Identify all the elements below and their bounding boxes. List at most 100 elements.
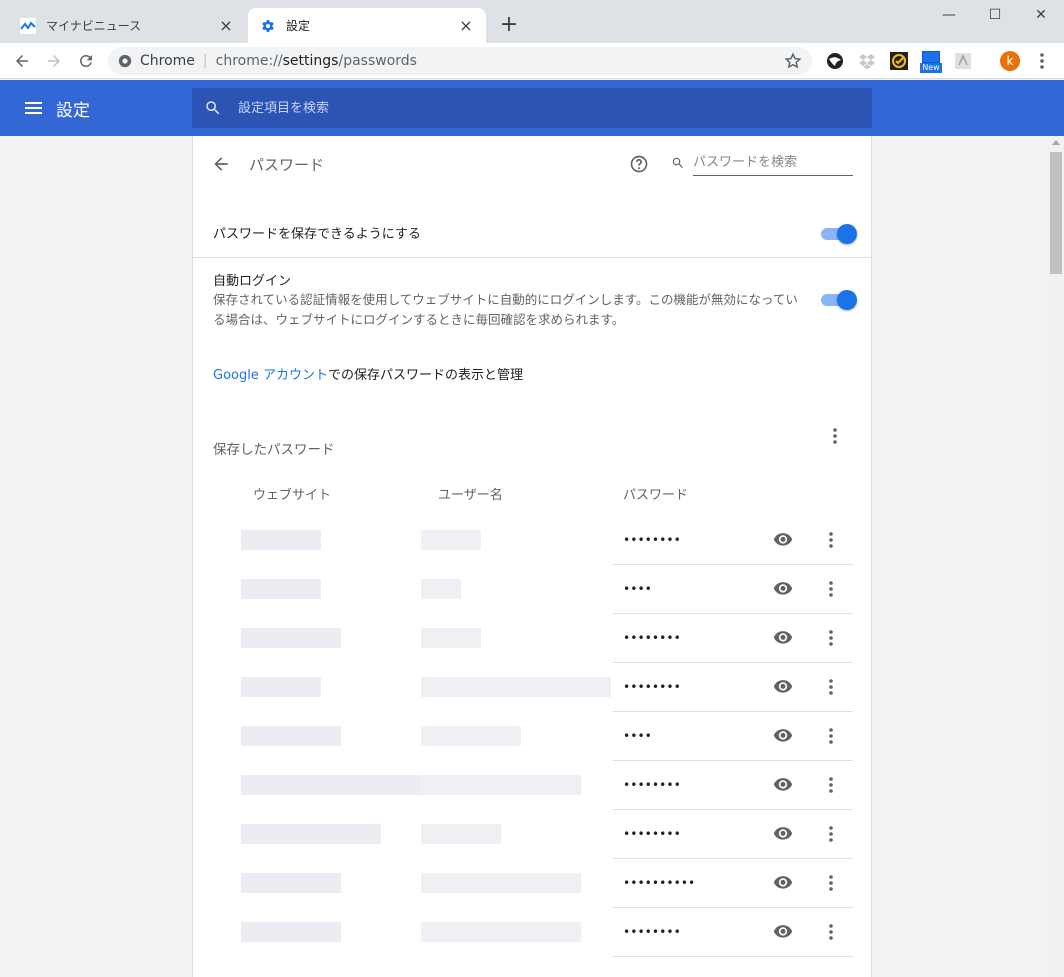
saved-passwords-heading: 保存したパスワード xyxy=(213,442,335,458)
show-password-eye-icon[interactable] xyxy=(773,531,793,547)
show-password-eye-icon[interactable] xyxy=(773,923,793,939)
mynavi-favicon-icon xyxy=(20,17,36,34)
masked-password: •••••••• xyxy=(623,925,681,939)
redacted-website xyxy=(241,726,341,746)
save-passwords-toggle[interactable] xyxy=(821,224,857,244)
tab-title: マイナビニュース xyxy=(46,19,142,33)
row-more-actions-icon[interactable] xyxy=(827,530,835,550)
window-close-button[interactable]: ✕ xyxy=(1018,4,1064,26)
minimize-button[interactable]: — xyxy=(926,4,972,26)
show-password-eye-icon[interactable] xyxy=(773,580,793,596)
settings-header: 設定 xyxy=(0,80,1064,136)
saved-passwords-more-icon[interactable] xyxy=(827,426,843,446)
password-row: •••••••••• xyxy=(213,859,853,908)
password-row: •••••••• xyxy=(213,614,853,663)
tab-title: 設定 xyxy=(286,19,311,33)
show-password-eye-icon[interactable] xyxy=(773,776,793,792)
row-more-actions-icon[interactable] xyxy=(827,775,835,795)
profile-avatar[interactable]: k xyxy=(1000,51,1020,71)
redacted-username xyxy=(421,726,521,746)
url-separator: | xyxy=(202,53,208,69)
password-row: •••• xyxy=(213,712,853,761)
google-account-suffix: での保存パスワードの表示と管理 xyxy=(327,368,523,383)
redacted-website xyxy=(241,824,381,844)
tab-close-icon[interactable]: × xyxy=(218,17,234,34)
redacted-website xyxy=(241,775,421,795)
extension-new-icon[interactable]: New xyxy=(920,51,942,73)
hamburger-menu-icon[interactable] xyxy=(24,98,44,118)
new-tab-button[interactable]: + xyxy=(498,14,520,36)
row-more-actions-icon[interactable] xyxy=(827,726,835,746)
row-more-actions-icon[interactable] xyxy=(827,677,835,697)
auto-login-description: 保存されている認証情報を使用してウェブサイトに自動的にログインします。この機能が… xyxy=(213,292,798,327)
masked-password: •••••••••• xyxy=(623,876,696,890)
redacted-username xyxy=(421,677,611,697)
column-header-website: ウェブサイト xyxy=(253,488,332,503)
google-account-row: Google アカウントでの保存パスワードの表示と管理 xyxy=(213,364,523,383)
settings-search[interactable] xyxy=(192,88,872,128)
subpage-header: パスワード xyxy=(193,136,873,192)
passwords-card: パスワード パスワードを保存できるようにする 自動ログイン 保存されている認証情… xyxy=(192,136,873,977)
tab-close-icon[interactable]: × xyxy=(458,17,474,34)
masked-password: •••• xyxy=(623,729,652,743)
auto-login-toggle[interactable] xyxy=(821,290,857,310)
row-more-actions-icon[interactable] xyxy=(827,824,835,844)
chrome-menu-icon[interactable] xyxy=(1036,51,1048,71)
forward-arrow-icon xyxy=(48,55,60,67)
settings-content: パスワード パスワードを保存できるようにする 自動ログイン 保存されている認証情… xyxy=(0,136,1048,977)
show-password-eye-icon[interactable] xyxy=(773,629,793,645)
row-divider xyxy=(613,956,853,957)
google-account-link[interactable]: Google アカウント xyxy=(213,368,328,383)
show-password-eye-icon[interactable] xyxy=(773,727,793,743)
password-row: •••••••• xyxy=(213,516,853,565)
redacted-website xyxy=(241,628,341,648)
show-password-eye-icon[interactable] xyxy=(773,874,793,890)
row-more-actions-icon[interactable] xyxy=(827,579,835,599)
password-row: •••••••• xyxy=(213,810,853,859)
search-icon xyxy=(206,101,220,115)
redacted-website xyxy=(241,873,341,893)
masked-password: •••••••• xyxy=(623,778,681,792)
new-badge: New xyxy=(920,63,942,73)
address-bar[interactable]: Chrome | chrome://settings/passwords xyxy=(108,47,812,75)
redacted-username xyxy=(421,873,581,893)
row-more-actions-icon[interactable] xyxy=(827,873,835,893)
redacted-website xyxy=(241,579,321,599)
masked-password: •••••••• xyxy=(623,827,681,841)
tab-strip: マイナビニュース × 設定 × + — ☐ ✕ xyxy=(0,0,1064,43)
redacted-website xyxy=(241,677,321,697)
auto-login-row: 自動ログイン 保存されている認証情報を使用してウェブサイトに自動的にログインしま… xyxy=(193,266,873,336)
masked-password: •••••••• xyxy=(623,533,681,547)
row-more-actions-icon[interactable] xyxy=(827,922,835,942)
show-password-eye-icon[interactable] xyxy=(773,678,793,694)
url-scheme: chrome:// xyxy=(215,53,283,69)
password-search-input[interactable] xyxy=(693,150,853,176)
scroll-up-arrow-icon[interactable] xyxy=(1052,140,1060,145)
tab-mynavi-news[interactable]: マイナビニュース × xyxy=(8,8,246,43)
url-host: settings xyxy=(282,53,339,69)
row-more-actions-icon[interactable] xyxy=(827,628,835,648)
back-button[interactable] xyxy=(10,49,34,73)
extension-pdf-icon[interactable] xyxy=(954,52,972,70)
help-icon[interactable] xyxy=(629,154,649,174)
reload-icon xyxy=(79,54,92,67)
search-icon xyxy=(672,157,683,168)
extension-check-icon[interactable] xyxy=(890,52,908,70)
forward-button[interactable] xyxy=(42,49,66,73)
masked-password: •••••••• xyxy=(623,680,681,694)
redacted-username xyxy=(421,775,581,795)
tab-settings[interactable]: 設定 × xyxy=(248,8,486,43)
reload-button[interactable] xyxy=(74,49,98,73)
redacted-username xyxy=(421,530,481,550)
back-arrow-icon[interactable] xyxy=(211,154,231,174)
chrome-logo-icon xyxy=(118,54,132,68)
bookmark-star-icon[interactable] xyxy=(784,52,802,70)
show-password-eye-icon[interactable] xyxy=(773,825,793,841)
maximize-button[interactable]: ☐ xyxy=(972,4,1018,26)
masked-password: •••• xyxy=(623,582,652,596)
browser-toolbar: Chrome | chrome://settings/passwords New… xyxy=(0,43,1064,79)
extension-dropbox-icon[interactable] xyxy=(858,52,876,70)
extension-globe-icon[interactable] xyxy=(826,52,844,70)
settings-search-input[interactable] xyxy=(238,100,838,116)
scrollbar-thumb[interactable] xyxy=(1050,152,1062,274)
